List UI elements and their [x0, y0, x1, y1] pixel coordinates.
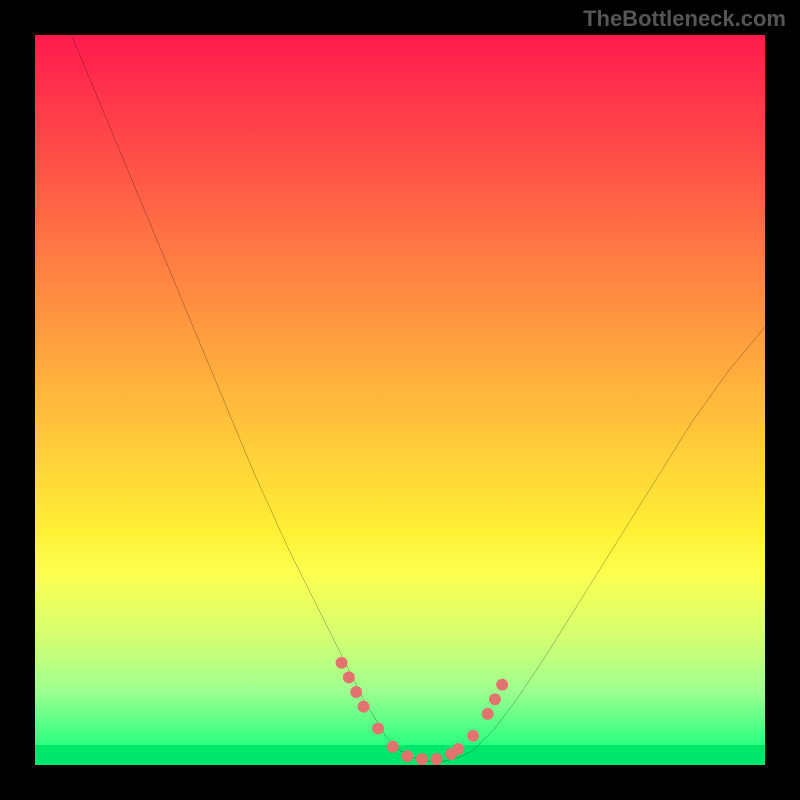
marker-dot — [431, 753, 443, 765]
chart-area — [35, 35, 765, 765]
marker-group — [336, 657, 509, 765]
marker-dot — [387, 741, 399, 753]
marker-dot — [401, 750, 413, 762]
marker-dot — [336, 657, 348, 669]
marker-dot — [489, 693, 501, 705]
watermark-text: TheBottleneck.com — [583, 6, 786, 32]
bottleneck-curve-path — [72, 35, 766, 761]
marker-dot — [496, 679, 508, 691]
marker-dot — [358, 701, 370, 713]
marker-dot — [416, 753, 428, 765]
marker-dot — [467, 730, 479, 742]
marker-dot — [452, 743, 464, 755]
chart-svg — [35, 35, 765, 765]
marker-dot — [343, 671, 355, 683]
marker-dot — [350, 686, 362, 698]
marker-dot — [482, 708, 494, 720]
marker-dot — [372, 723, 384, 735]
